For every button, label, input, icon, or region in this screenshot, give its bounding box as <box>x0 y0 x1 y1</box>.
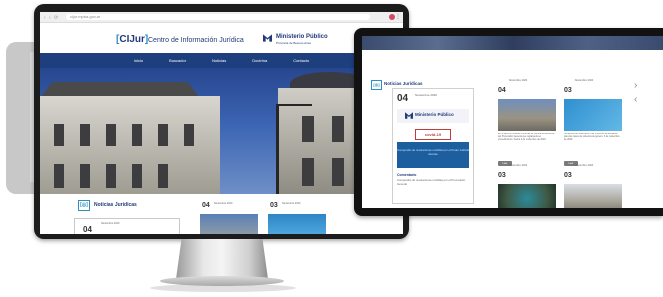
featured-news-card[interactable]: 04 Noviembre 2020 Ministerio Público cov… <box>392 88 474 204</box>
card-month: Noviembre 2020 <box>574 164 594 167</box>
window <box>158 164 168 188</box>
card-day: 03 <box>498 172 506 179</box>
news-card[interactable]: 03 Noviembre 2020 <box>564 164 622 208</box>
main-nav: Inicio Buscador Noticias Doctrina Contac… <box>40 53 403 68</box>
card-month: Noviembre 2020 <box>508 79 528 82</box>
card-day: 03 <box>564 172 572 179</box>
card-day: 04 <box>83 225 92 234</box>
card-image <box>564 99 622 131</box>
nav-item-contacto[interactable]: Contacto <box>293 58 309 63</box>
address-bar[interactable]: cijur.mpba.gov.ar <box>66 14 370 20</box>
covid-badge: covid-19 <box>415 129 451 140</box>
card-text: Se aprobó la modificación del protocolo … <box>564 133 620 141</box>
card-day: 04 <box>202 202 210 209</box>
browser-nav-icons[interactable]: ‹ › ⟳ <box>44 15 59 21</box>
card-day: 04 <box>498 87 506 94</box>
card-month: Noviembre 2020 <box>508 164 528 167</box>
news-section-title: Noticias Jurídicas <box>384 81 423 86</box>
street-lamp <box>276 104 279 195</box>
card-month: Noviembre 2020 <box>574 79 594 82</box>
street-lamp-arm <box>276 104 312 106</box>
news-section-title: Noticias Jurídicas <box>94 202 137 208</box>
news-card[interactable]: 04 Noviembre 2020 <box>74 218 180 234</box>
window <box>54 164 64 188</box>
card-image <box>564 184 622 208</box>
nav-item-inicio[interactable]: Inicio <box>134 58 143 63</box>
card-image <box>498 184 556 208</box>
featured-blue-box: Compendio de resoluciones emitidas por e… <box>397 142 469 168</box>
chevron-right-icon[interactable]: › <box>634 80 637 91</box>
news-card[interactable]: 04 Noviembre 2020 En la sección Noticias … <box>498 79 556 169</box>
window <box>332 116 344 142</box>
laptop-device: [◎] Noticias Jurídicas 04 Noviembre 2020… <box>354 28 663 216</box>
window <box>106 124 116 146</box>
cijur-logo[interactable]: [CIJur] <box>116 34 148 45</box>
card-text: En la sección Noticias Jurídicas se publ… <box>498 133 555 141</box>
nav-item-noticias[interactable]: Noticias <box>212 58 226 63</box>
monitor-base <box>160 276 284 286</box>
news-icon: [◎] <box>78 200 90 211</box>
news-card[interactable]: 03 Noviembre 2020 <box>268 200 326 234</box>
window <box>332 158 344 186</box>
chevron-left-icon[interactable]: ‹ <box>634 94 637 105</box>
nav-item-doctrina[interactable]: Doctrina <box>252 58 267 63</box>
window <box>54 124 64 146</box>
window <box>80 124 90 146</box>
ministry-logo-icon <box>263 34 272 42</box>
laptop-screen: [◎] Noticias Jurídicas 04 Noviembre 2020… <box>362 36 663 208</box>
news-icon: [◎] <box>371 80 382 90</box>
window <box>106 164 116 188</box>
card-month: Noviembre 2020 <box>101 222 120 225</box>
hero-strip <box>362 36 663 50</box>
ministry-logo-icon <box>405 112 413 119</box>
news-card[interactable]: 04 Noviembre 2020 <box>200 200 258 234</box>
ministry-subtitle: Provincia de Buenos Aires <box>276 41 312 45</box>
news-card[interactable]: 03 Noviembre 2020 Se aprobó la modificaci… <box>564 79 622 169</box>
card-month: Noviembre 2020 <box>214 202 233 205</box>
card-day: 03 <box>270 202 278 209</box>
featured-summary: Compendio de resoluciones emitidas por e… <box>397 178 466 186</box>
desktop-monitor: ‹ › ⟳ cijur.mpba.gov.ar ⋮ [CIJur] Centro… <box>34 4 409 239</box>
site-header: [CIJur] Centro de Información Jurídica M… <box>40 23 403 53</box>
card-month: Noviembre 2020 <box>282 202 301 205</box>
featured-category: Comentario <box>397 173 417 177</box>
window <box>132 164 142 188</box>
window <box>158 124 168 146</box>
browser-chrome: ‹ › ⟳ cijur.mpba.gov.ar ⋮ <box>40 12 403 23</box>
window <box>184 124 194 146</box>
window <box>302 158 314 186</box>
card-image <box>498 99 556 131</box>
ministry-banner: Ministerio Público <box>397 109 469 123</box>
monitor-stand <box>176 239 268 279</box>
hero-image <box>40 68 403 195</box>
ministry-title: Ministerio Público <box>415 112 454 117</box>
window <box>302 116 314 142</box>
desktop-screen: ‹ › ⟳ cijur.mpba.gov.ar ⋮ [CIJur] Centro… <box>40 12 403 234</box>
card-day: 04 <box>397 93 409 104</box>
card-day: 03 <box>564 87 572 94</box>
window <box>132 124 142 146</box>
card-image <box>268 214 326 234</box>
menu-icon[interactable]: ⋮ <box>395 13 401 20</box>
nav-item-buscador[interactable]: Buscador <box>169 58 186 63</box>
news-section: [◎] Noticias Jurídicas 04 Noviembre 2020… <box>40 194 403 234</box>
site-subtitle: Centro de Información Jurídica <box>148 37 244 44</box>
card-month: Noviembre 2020 <box>415 93 438 97</box>
news-card[interactable]: 03 Noviembre 2020 <box>498 164 556 208</box>
window <box>80 164 90 188</box>
ministry-title: Ministerio Público <box>276 34 328 40</box>
card-image <box>200 214 258 234</box>
